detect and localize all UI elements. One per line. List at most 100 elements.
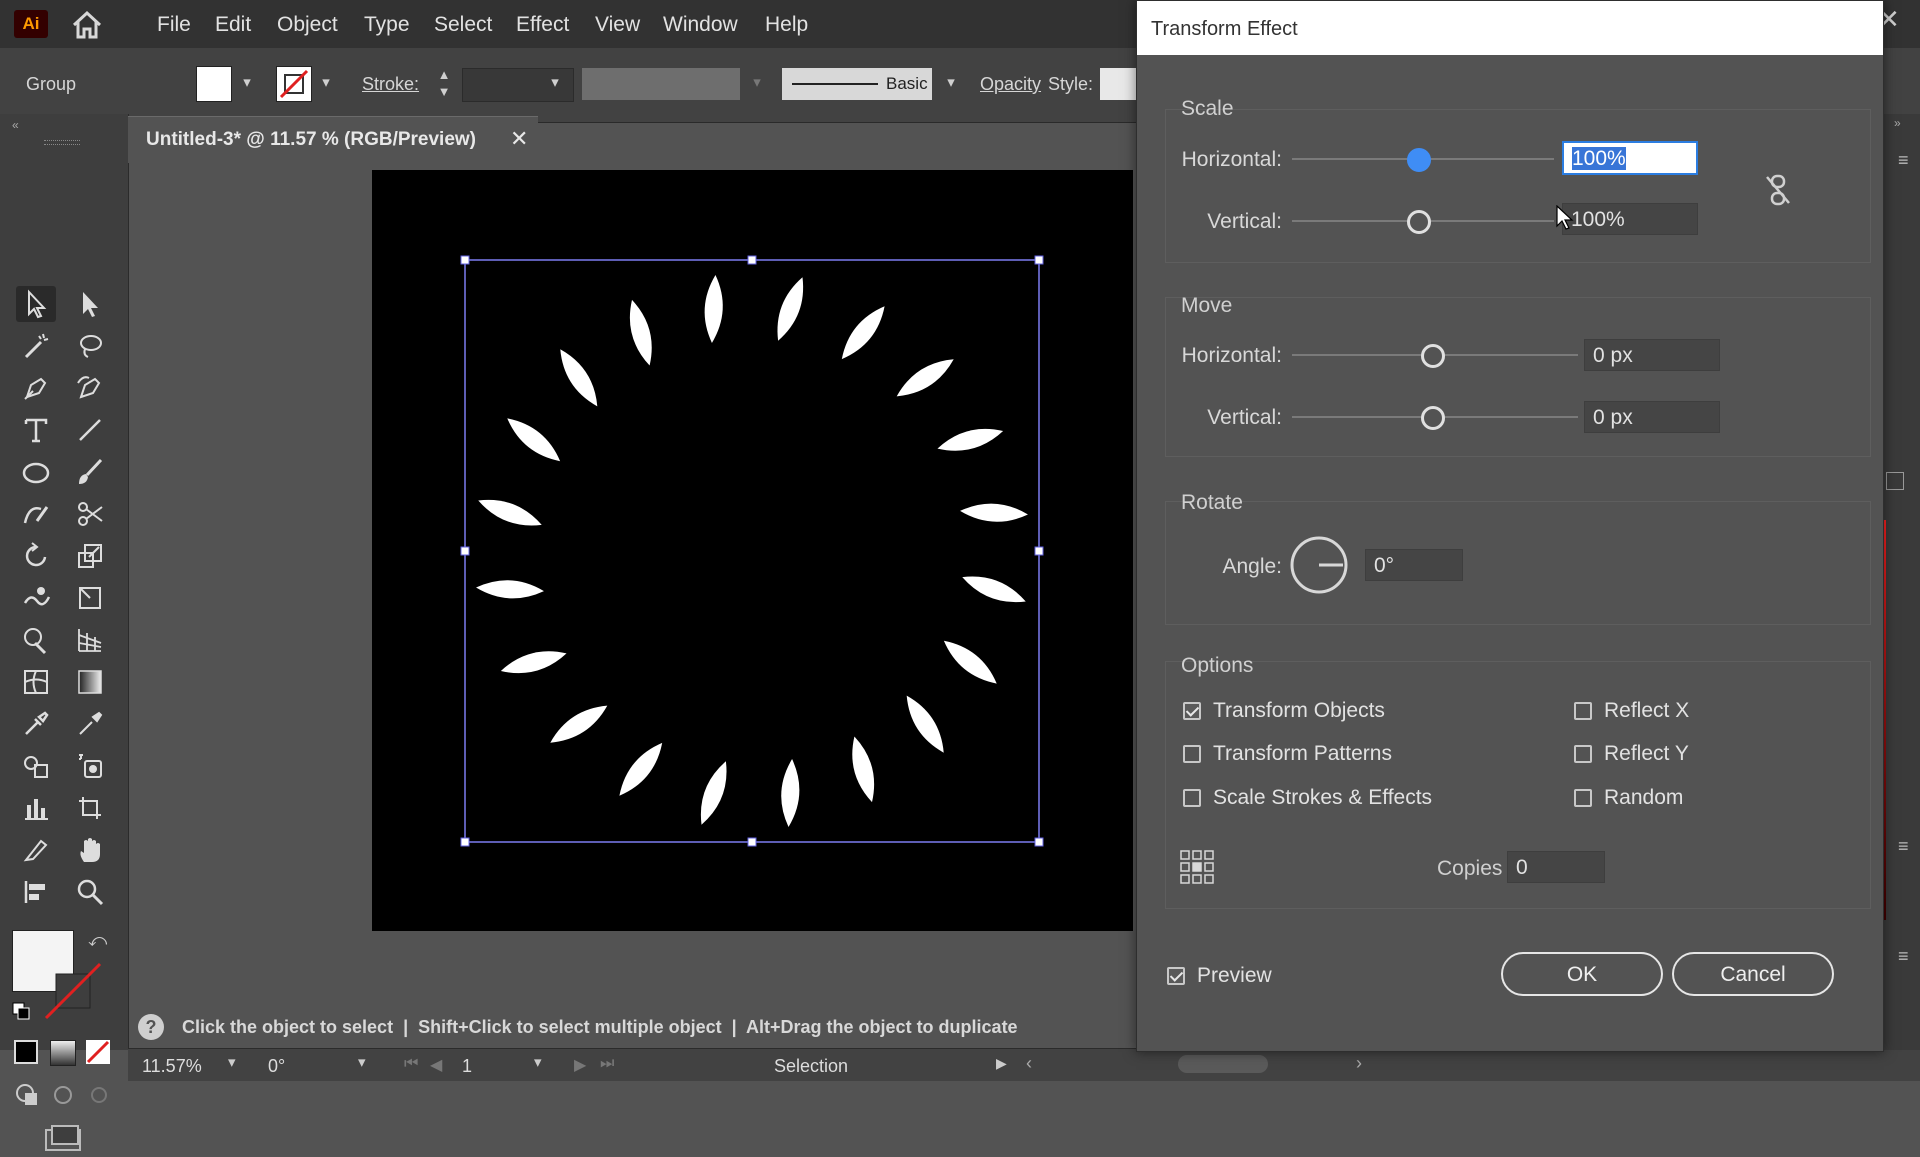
transform-objects-checkbox[interactable] [1183,702,1201,720]
dialog-titlebar[interactable]: Transform Effect [1137,1,1883,55]
preview-checkbox[interactable] [1167,967,1185,985]
gradient-mode-icon[interactable] [50,1040,76,1066]
draw-normal-icon[interactable] [14,1082,40,1108]
broken-link-icon[interactable] [1763,173,1793,207]
draw-inside-icon[interactable] [86,1082,112,1108]
reference-point-cell[interactable] [1204,850,1214,860]
direct-selection-tool-icon[interactable] [70,286,110,322]
column-graph-tool-icon[interactable] [16,790,56,826]
rotation-value[interactable]: 0° [268,1056,285,1077]
draw-behind-icon[interactable] [50,1082,76,1108]
style-swatch[interactable] [1100,68,1136,100]
scroll-left-icon[interactable]: ‹ [1026,1053,1032,1074]
brush-definition[interactable]: Basic [782,68,932,100]
move-horizontal-slider-knob[interactable] [1421,344,1445,368]
variable-width-profile[interactable] [582,68,740,100]
artboard-number[interactable]: 1 [462,1056,472,1077]
petal-shape[interactable] [499,645,569,680]
eyedropper-tool-icon[interactable] [16,706,56,742]
chevron-down-icon[interactable]: ▾ [544,66,566,100]
screen-mode-icon[interactable] [44,1124,82,1152]
transform-panel-icon[interactable] [1886,472,1904,490]
mesh-tool-icon[interactable] [16,664,56,700]
fill-swatch[interactable] [196,66,232,102]
align-tool-icon[interactable] [16,874,56,910]
home-icon[interactable] [70,10,104,40]
expand-panels-icon[interactable]: » [1894,116,1901,130]
reference-point-cell[interactable] [1204,874,1214,884]
blend-tool-icon[interactable] [16,748,56,784]
reflect-x-checkbox[interactable] [1574,702,1592,720]
color-mode-icon[interactable] [14,1040,38,1064]
close-icon[interactable]: ✕ [510,126,528,152]
reflect-y-checkbox[interactable] [1574,745,1592,763]
reference-point-cell[interactable] [1180,850,1190,860]
reference-point-cell[interactable] [1204,862,1214,872]
resize-handle[interactable] [460,255,470,265]
artboard[interactable] [372,170,1133,931]
resize-handle[interactable] [1034,546,1044,556]
next-artboard-icon[interactable]: ▶ [574,1055,586,1075]
petal-shape[interactable] [623,298,658,368]
reflect-y-option[interactable]: Reflect Y [1574,742,1689,766]
lasso-tool-icon[interactable] [70,328,110,364]
scale-strokes-checkbox[interactable] [1183,789,1201,807]
opacity-label[interactable]: Opacity [980,74,1041,95]
reference-point-cell[interactable] [1180,862,1190,872]
stroke-label[interactable]: Stroke: [362,74,419,95]
petal-shape[interactable] [780,759,802,828]
petal-shape[interactable] [502,411,566,468]
menu-edit[interactable]: Edit [215,13,251,37]
warp-tool-icon[interactable] [16,580,56,616]
rotate-angle-input[interactable]: 0° [1365,549,1463,581]
shape-builder-tool-icon[interactable] [16,622,56,658]
free-transform-tool-icon[interactable] [70,580,110,616]
chevron-down-icon[interactable]: ▾ [358,1053,366,1071]
hand-tool-icon[interactable] [70,832,110,868]
collapse-icon[interactable]: « [12,118,19,132]
menu-file[interactable]: File [157,13,191,37]
random-checkbox[interactable] [1574,789,1592,807]
curvature-tool-icon[interactable] [70,370,110,406]
petal-ring-artwork[interactable] [372,170,1133,931]
angle-dial[interactable] [1289,535,1349,595]
type-tool-icon[interactable] [16,412,56,448]
stroke-swatch[interactable] [276,66,312,102]
move-vertical-input[interactable]: 0 px [1584,401,1720,433]
perspective-grid-tool-icon[interactable] [70,622,110,658]
petal-shape[interactable] [835,301,892,365]
artboard-tool-icon[interactable] [70,790,110,826]
menu-help[interactable]: Help [765,13,808,37]
pen-tool-icon[interactable] [16,370,56,406]
preview-option[interactable]: Preview [1167,964,1272,988]
petal-shape[interactable] [935,422,1005,457]
petal-shape[interactable] [545,698,612,750]
previous-artboard-icon[interactable]: ◀ [430,1055,442,1075]
panel-menu-icon[interactable]: ≡ [1898,946,1909,967]
chevron-down-icon[interactable]: ▾ [236,66,258,100]
random-option[interactable]: Random [1574,786,1683,810]
line-tool-icon[interactable] [70,412,110,448]
swap-colors-icon[interactable]: ⤺ [88,930,107,951]
panel-grip[interactable] [44,140,80,145]
resize-handle[interactable] [1034,837,1044,847]
cancel-button[interactable]: Cancel [1672,952,1834,996]
scroll-right-icon[interactable]: › [1356,1053,1362,1074]
move-vertical-slider-knob[interactable] [1421,406,1445,430]
shaper-tool-icon[interactable] [16,496,56,532]
menu-object[interactable]: Object [277,13,338,37]
copies-input[interactable]: 0 [1507,851,1605,883]
petal-shape[interactable] [960,502,1029,524]
panel-menu-icon[interactable]: ≡ [1898,836,1909,857]
reference-point-icon[interactable] [1179,849,1215,885]
transform-patterns-option[interactable]: Transform Patterns [1183,742,1392,766]
document-tab[interactable]: Untitled-3* @ 11.57 % (RGB/Preview) ✕ [128,116,538,163]
petal-shape[interactable] [770,274,811,344]
menu-view[interactable]: View [595,13,640,37]
resize-handle[interactable] [747,837,757,847]
none-mode-icon[interactable] [86,1040,110,1064]
petal-shape[interactable] [476,579,545,601]
last-artboard-icon[interactable]: ⏭ [600,1055,614,1073]
gradient-tool-icon[interactable] [70,664,110,700]
ellipse-tool-icon[interactable] [16,454,56,490]
